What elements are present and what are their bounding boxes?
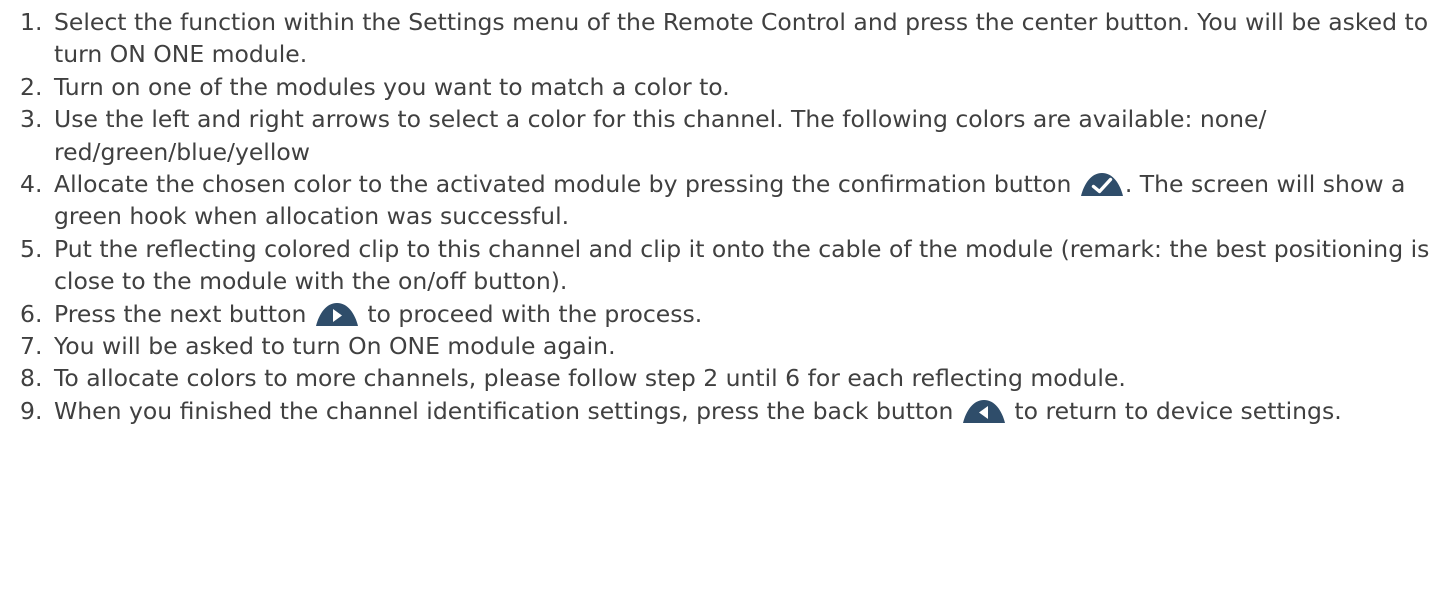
step-text: Turn on one of the modules you want to m… xyxy=(54,72,730,101)
step-number: 7. xyxy=(20,332,43,361)
list-item: 9. When you finished the channel identif… xyxy=(20,395,1440,427)
list-item: 3. Use the left and right arrows to sele… xyxy=(20,103,1440,168)
step-text: When you finished the channel identifica… xyxy=(54,396,961,425)
step-text: Allocate the chosen color to the activat… xyxy=(54,170,1079,199)
step-text: Use the left and right arrows to select … xyxy=(54,105,1267,166)
step-number: 5. xyxy=(20,234,43,263)
step-text: To allocate colors to more channels, ple… xyxy=(54,364,1126,393)
step-number: 8. xyxy=(20,364,43,393)
step-text: Press the next button xyxy=(54,299,314,328)
list-item: 8. To allocate colors to more channels, … xyxy=(20,362,1440,394)
instruction-document: 1. Select the function within the Settin… xyxy=(0,0,1440,597)
step-number: 4. xyxy=(20,170,43,199)
step-number: 1. xyxy=(20,8,43,36)
list-item: 7. You will be asked to turn On ONE modu… xyxy=(20,330,1440,362)
list-item: 4. Allocate the chosen color to the acti… xyxy=(20,168,1440,233)
steps-list: 1. Select the function within the Settin… xyxy=(20,6,1440,427)
step-text: Put the reflecting colored clip to this … xyxy=(54,234,1430,296)
list-item: 5. Put the reflecting colored clip to th… xyxy=(20,233,1440,298)
step-number: 9. xyxy=(20,396,43,425)
confirm-check-icon xyxy=(1080,172,1123,197)
back-arrow-icon xyxy=(962,399,1005,423)
list-item: 6. Press the next button to proceed with… xyxy=(20,298,1440,330)
step-number: 6. xyxy=(20,299,43,328)
list-item: 2. Turn on one of the modules you want t… xyxy=(20,71,1440,103)
step-number: 3. xyxy=(20,105,43,134)
step-text: You will be asked to turn On ONE module … xyxy=(54,332,616,361)
list-item: 1. Select the function within the Settin… xyxy=(20,6,1440,71)
step-number: 2. xyxy=(20,72,43,101)
step-text: to proceed with the process. xyxy=(359,299,703,328)
step-text: Select the function within the Settings … xyxy=(54,8,1429,69)
next-arrow-icon xyxy=(315,302,358,326)
step-text: to return to device settings. xyxy=(1006,396,1342,425)
